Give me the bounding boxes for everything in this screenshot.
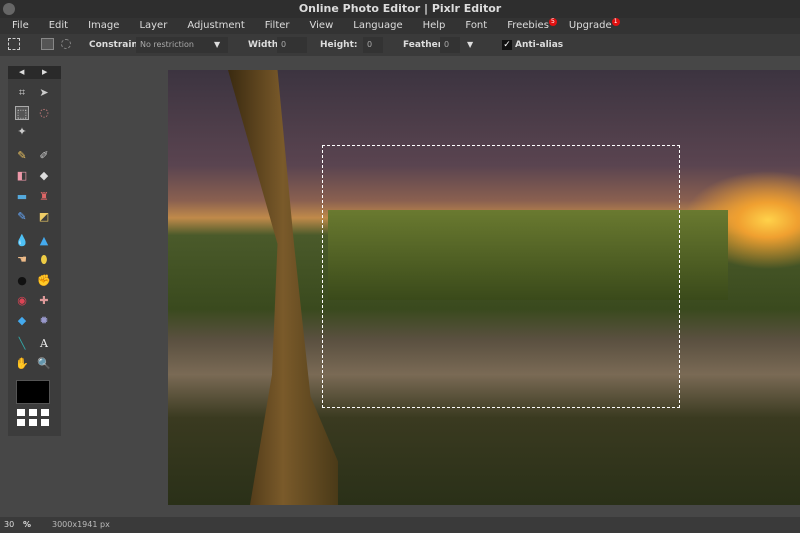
menu-language[interactable]: Language [341,18,410,34]
wand-icon[interactable]: ✦ [15,125,29,139]
color-palette-grid[interactable] [17,409,51,429]
menu-layer[interactable]: Layer [127,18,175,34]
hand-icon[interactable]: ✋ [15,357,29,371]
menu-label: Filter [264,20,290,31]
blur-icon[interactable]: 💧 [15,234,29,248]
menu-label: Edit [48,20,69,31]
spot-heal-icon[interactable]: ✚ [37,294,51,308]
pinch-icon[interactable]: ✹ [37,314,51,328]
arrow-left-icon[interactable]: ◀ [19,68,24,76]
selection-marquee[interactable] [322,145,680,408]
sharpen-icon[interactable]: ▲ [37,234,51,248]
status-bar: 30 % 3000x1941 px [0,517,800,533]
menu-view[interactable]: View [298,18,342,34]
menu-label: Image [88,20,120,31]
image-canvas[interactable] [168,70,800,505]
lasso-icon[interactable]: ◌ [37,106,51,120]
palette-swatch[interactable] [29,409,37,416]
menu-edit[interactable]: Edit [37,18,76,34]
menu-label: Language [353,20,403,31]
menu-label: Adjustment [187,20,245,31]
color-replace-icon[interactable]: ✎ [15,210,29,224]
bucket-icon[interactable]: ◆ [37,169,51,183]
title-bar: Online Photo Editor | Pixlr Editor [0,0,800,18]
notification-badge: 1 [611,18,620,26]
move-icon[interactable]: ➤ [37,86,51,100]
crop-icon[interactable]: ⌗ [15,86,29,100]
width-input[interactable]: 0 [277,37,307,53]
menu-font[interactable]: Font [453,18,495,34]
eraser-icon[interactable]: ◧ [15,169,29,183]
menu-adjustment[interactable]: Adjustment [175,18,252,34]
menu-label: Help [422,20,446,31]
menu-label: Freebies [507,20,549,31]
menu-file[interactable]: File [0,18,37,34]
menu-filter[interactable]: Filter [253,18,298,34]
menu-freebies[interactable]: Freebies 5 [495,18,557,34]
gradient-icon[interactable]: ▬ [15,190,29,204]
menu-image[interactable]: Image [76,18,127,34]
ellipse-shape-button[interactable] [61,39,71,49]
sponge-icon[interactable]: ⬮ [37,253,51,267]
palette-swatch[interactable] [41,419,49,426]
burn-icon[interactable]: ✊ [37,274,51,288]
antialias-checkbox[interactable]: ✓ [502,40,512,50]
stamp-icon[interactable]: ♜ [37,190,51,204]
toolbox-nav: ◀ ▶ [8,66,61,79]
window-menu-button[interactable] [3,3,15,15]
rectangle-shape-button[interactable] [41,38,54,50]
dodge-icon[interactable]: ● [15,274,29,288]
foreground-color-swatch[interactable] [16,380,50,404]
feather-input[interactable]: 0 [440,37,460,53]
arrow-right-icon[interactable]: ▶ [42,68,47,76]
feather-dropdown-button[interactable]: ▼ [467,34,473,56]
menu-help[interactable]: Help [411,18,454,34]
marquee-tool-indicator-icon [8,38,20,50]
toolbox: ◀ ▶ ⌗ ➤ ⬚ ◌ ✦ ✎ ✐ ◧ ◆ ▬ ♜ ✎ ◩ 💧 ▲ ☚ ⬮ ● ✊ ◉ ✚ ◆ ✹ ╲ A ✋ 🔍 [8,66,61,436]
menu-bar: File Edit Image Layer Adjustment Filter View La… [0,18,800,34]
drawing-icon[interactable]: ◩ [37,210,51,224]
menu-label: File [12,20,29,31]
zoom-icon[interactable]: 🔍 [37,357,51,371]
text-icon[interactable]: A [37,337,51,351]
height-label: Height: [320,40,358,50]
marquee-icon[interactable]: ⬚ [15,106,29,120]
pencil-icon[interactable]: ✎ [15,149,29,163]
image-dimensions: 3000x1941 px [52,520,110,529]
menu-label: Layer [139,20,168,31]
smudge-icon[interactable]: ☚ [15,253,29,267]
menu-upgrade[interactable]: Upgrade 1 [557,18,620,34]
eyedropper-icon[interactable]: ╲ [15,337,29,351]
palette-swatch[interactable] [17,409,25,416]
palette-swatch[interactable] [29,419,37,426]
brush-icon[interactable]: ✐ [37,149,51,163]
menu-label: Font [465,20,488,31]
zoom-level[interactable]: 30 [4,517,14,533]
chevron-down-icon: ▼ [214,40,221,49]
menu-label: View [309,20,334,31]
window-title: Online Photo Editor | Pixlr Editor [298,2,502,15]
bloat-icon[interactable]: ◆ [15,314,29,328]
redeye-icon[interactable]: ◉ [15,294,29,308]
palette-swatch[interactable] [41,409,49,416]
height-input[interactable]: 0 [363,37,383,53]
menu-label: Upgrade [568,20,612,31]
antialias-label: Anti-alias [515,40,564,50]
palette-swatch[interactable] [17,419,25,426]
notification-badge: 5 [548,18,557,26]
zoom-unit: % [23,520,32,529]
options-bar: Constraint: No restriction ▼ Width: 0 He… [0,34,800,56]
